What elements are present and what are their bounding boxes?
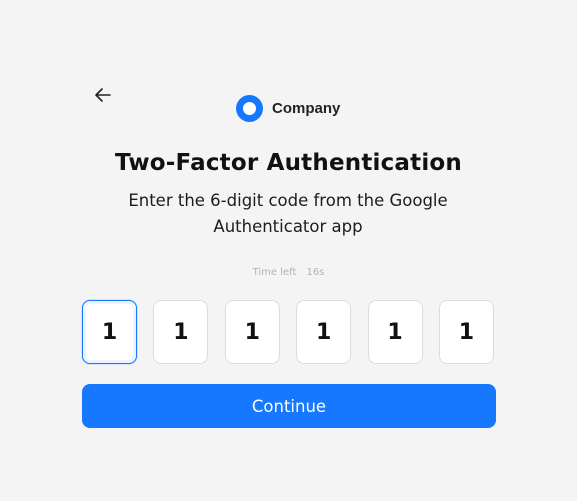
otp-input-group: 1 1 1 1 1 1 (82, 300, 494, 366)
timer-value: 16s (306, 267, 325, 278)
otp-digit-3[interactable]: 1 (224, 300, 280, 364)
company-logo-icon (236, 95, 263, 122)
brand-name: Company (272, 100, 341, 117)
otp-digit-5[interactable]: 1 (367, 300, 423, 364)
otp-digit-4[interactable]: 1 (296, 300, 352, 364)
timer-label: Time left (252, 267, 297, 278)
continue-button[interactable]: Continue (82, 384, 496, 428)
arrow-left-icon (94, 87, 112, 103)
page: Company Two-Factor Authentication Enter … (0, 0, 577, 501)
brand: Company (236, 95, 340, 122)
otp-digit-2[interactable]: 1 (153, 300, 209, 364)
countdown-timer: Time left 16s (0, 267, 577, 278)
page-title: Two-Factor Authentication (114, 150, 463, 176)
page-subtitle: Enter the 6-digit code from the Google A… (128, 191, 448, 236)
otp-digit-6[interactable]: 1 (438, 300, 494, 364)
back-button[interactable] (92, 84, 114, 106)
otp-digit-1[interactable]: 1 (82, 300, 137, 364)
